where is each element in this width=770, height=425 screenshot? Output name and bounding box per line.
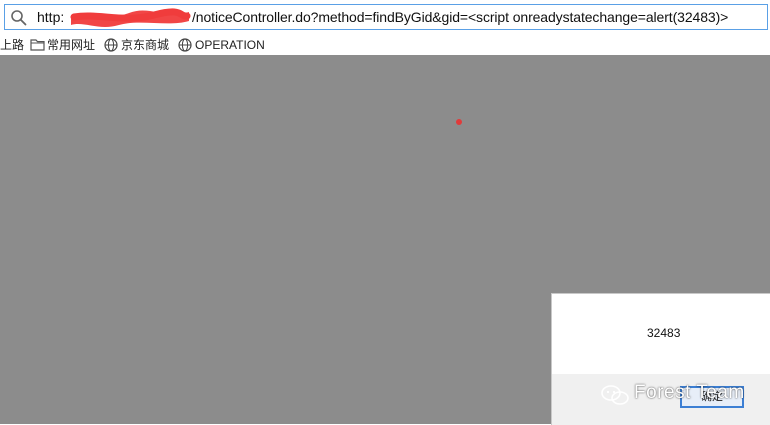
bookmark-label: OPERATION [195, 38, 265, 52]
search-icon [10, 9, 28, 27]
alert-footer: 确定 [552, 374, 770, 425]
bookmark-label: 京东商城 [121, 38, 170, 52]
url-prefix: http: [37, 9, 65, 25]
alert-message: 32483 [647, 326, 681, 340]
globe-icon [104, 38, 118, 52]
address-bar[interactable]: http: /noticeController.do?method=findBy… [4, 4, 768, 30]
bookmark-label: 常用网址 [47, 38, 96, 52]
alert-body: 32483 [552, 294, 770, 374]
url-path: /noticeController.do?method=findByGid&gi… [192, 9, 729, 25]
alert-dialog: 32483 确定 [551, 293, 770, 425]
bookmarks-bar: 上路 常用网址 京东商城 OPERATION [0, 33, 770, 55]
url-redaction-scribble [69, 7, 191, 29]
red-dot [456, 119, 462, 125]
folder-icon [30, 39, 45, 51]
globe-icon [178, 38, 192, 52]
ok-button[interactable]: 确定 [680, 386, 744, 408]
bookmark-label: 上路 [0, 38, 25, 52]
